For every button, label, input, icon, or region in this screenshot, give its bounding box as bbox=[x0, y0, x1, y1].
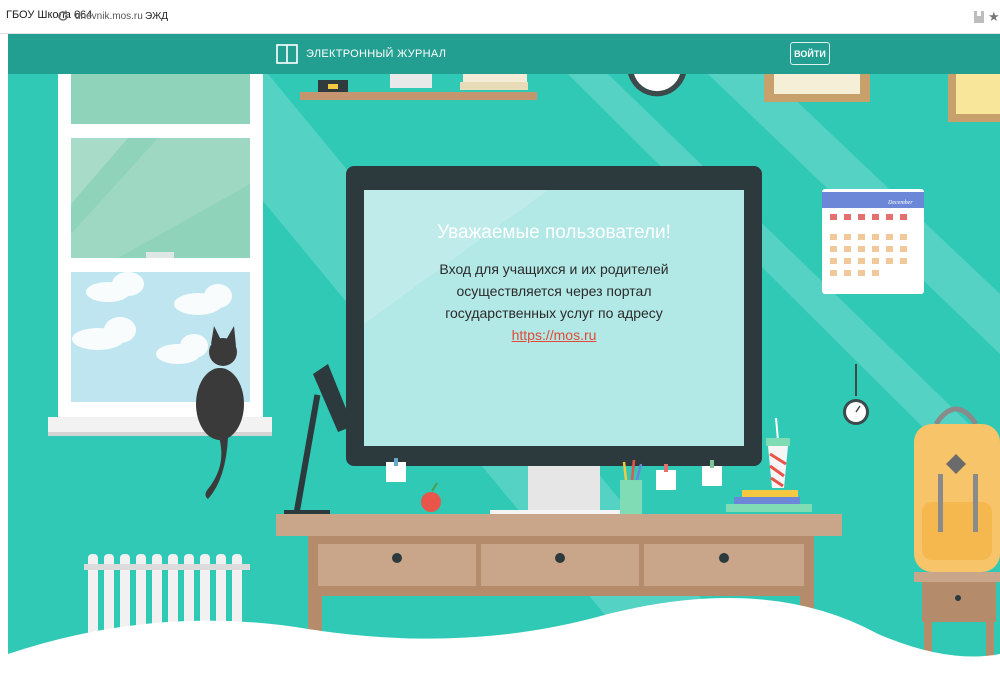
notice-line: государственных услуг по адресу bbox=[445, 305, 663, 321]
site-header: ЭЛЕКТРОННЫЙ ЖУРНАЛ ВОЙТИ bbox=[8, 34, 1000, 74]
bookmark-icon[interactable] bbox=[973, 10, 985, 24]
backpack bbox=[914, 406, 1000, 572]
address-bar-page[interactable]: ЭЖД bbox=[145, 11, 168, 22]
stopwatch bbox=[843, 364, 869, 425]
brand-title: ЭЛЕКТРОННЫЙ ЖУРНАЛ bbox=[306, 48, 447, 60]
notice-heading: Уважаемые пользователи! bbox=[437, 222, 671, 243]
apple bbox=[421, 492, 441, 512]
open-book-icon bbox=[276, 44, 298, 64]
wall-clock bbox=[628, 74, 686, 97]
drink-cup bbox=[766, 417, 790, 488]
calendar-month: December bbox=[887, 200, 913, 206]
login-button[interactable]: ВОЙТИ bbox=[790, 42, 830, 65]
notice-line: осуществляется через портал bbox=[456, 283, 652, 299]
mos-ru-link[interactable]: https://mos.ru bbox=[512, 324, 597, 346]
site-brand[interactable]: ЭЛЕКТРОННЫЙ ЖУРНАЛ bbox=[276, 42, 446, 66]
book-stack bbox=[726, 490, 812, 512]
notice-line: Вход для учащихся и их родителей bbox=[439, 261, 669, 277]
site-page: December ЭЛЕКТРОННЫЙ ЖУРНАЛ ВОЙТИ Уважае… bbox=[8, 34, 1000, 679]
login-notice: Уважаемые пользователи! Вход для учащихс… bbox=[364, 190, 744, 445]
address-bar-domain[interactable]: dnevnik.mos.ru bbox=[75, 11, 143, 22]
shelf bbox=[300, 74, 537, 100]
pencil-cup bbox=[620, 459, 643, 514]
star-icon[interactable]: ★ bbox=[988, 9, 1000, 25]
browser-toolbar: ГБОУ Школа 664 dnevnik.mos.ru ЭЖД ★ bbox=[0, 0, 1000, 34]
desk-lamp bbox=[284, 364, 353, 518]
reload-icon[interactable] bbox=[56, 9, 70, 23]
